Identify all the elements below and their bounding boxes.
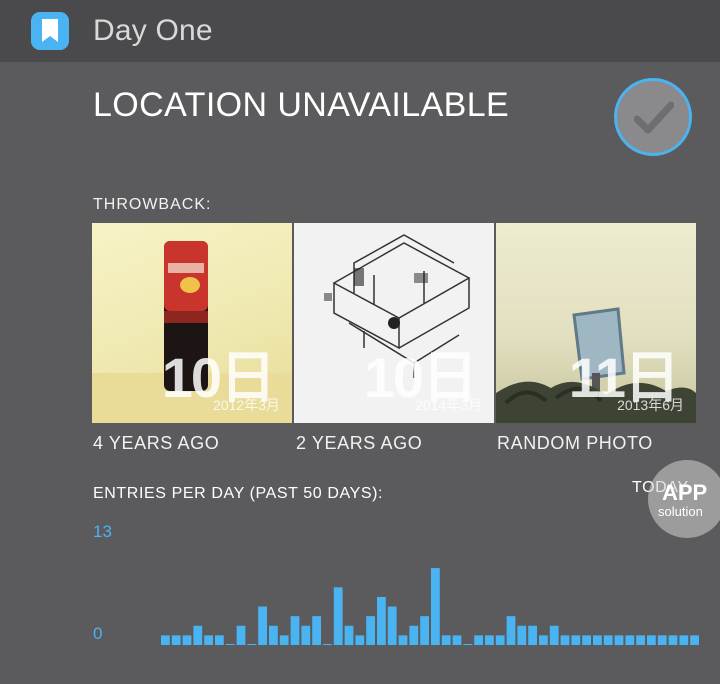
watermark-line1: APP [662, 480, 708, 505]
chart-bar [636, 635, 645, 645]
chart-bar [441, 635, 451, 645]
throwback-caption-1: 4 YEARS AGO [93, 433, 220, 453]
chart-bar [603, 635, 613, 645]
app-icon[interactable] [31, 12, 69, 50]
chart-bar [679, 635, 689, 645]
chart-bar [398, 635, 408, 645]
y-axis-max-label: 13 [93, 522, 112, 541]
chart-bar [452, 635, 462, 645]
chart-bar [215, 635, 224, 645]
chart-bar [225, 644, 235, 645]
widget-header: Day One [0, 0, 720, 62]
chart-bar [171, 635, 181, 645]
chart-bar [528, 625, 537, 645]
chart-bar [269, 625, 278, 645]
chart-bar [668, 635, 678, 645]
chart-bar [301, 625, 311, 645]
chart-bar [355, 635, 365, 645]
chart-bar [323, 644, 332, 645]
chart-bar [279, 635, 289, 645]
chart-bar [409, 625, 419, 645]
photo-month-overlay: 2013年6月 [617, 397, 684, 413]
chart-bar [344, 625, 354, 645]
chart-bar [657, 635, 667, 645]
chart-bar [204, 635, 213, 645]
chart-bar [560, 635, 570, 645]
throwback-photo-3[interactable]: 11日 2013年6月 [496, 223, 696, 423]
chart-bar [614, 635, 624, 645]
entries-chart-title: ENTRIES PER DAY (PAST 50 DAYS): [93, 485, 384, 502]
throwback-caption-2: 2 YEARS AGO [296, 433, 423, 453]
watermark-badge: APP solution [648, 460, 720, 538]
throwback-caption-3: RANDOM PHOTO [497, 433, 653, 453]
chart-bar [258, 606, 267, 645]
y-axis-min-label: 0 [93, 624, 103, 643]
chart-bar [236, 625, 246, 645]
checkmark-icon [634, 101, 674, 134]
chart-bar [420, 616, 429, 645]
bookmark-icon [42, 19, 58, 42]
watermark-line2: solution [658, 504, 703, 519]
throwback-label: THROWBACK: [93, 196, 212, 213]
photo-month-overlay: 2012年3月 [213, 397, 280, 413]
chart-bar [647, 635, 656, 645]
chart-bar [571, 635, 581, 645]
chart-bar [517, 625, 527, 645]
chart-bar [161, 635, 170, 645]
chart-bar [387, 606, 397, 645]
chart-bar [582, 635, 591, 645]
throwback-photo-1[interactable]: 10日 2012年3月 [92, 223, 292, 423]
location-status: LOCATION UNAVAILABLE [93, 86, 510, 124]
chart-bar [182, 635, 192, 645]
chart-bar [539, 635, 548, 645]
chart-bar [549, 625, 559, 645]
chart-bar [485, 635, 494, 645]
chart-bar [495, 635, 505, 645]
chart-bar [431, 568, 440, 645]
chart-bar [193, 625, 203, 645]
chart-bar [312, 616, 321, 645]
chart-bar [690, 635, 699, 645]
chart-bar [474, 635, 483, 645]
chart-bar [506, 616, 516, 645]
chart-bar [333, 587, 343, 645]
chart-bar [463, 644, 473, 645]
chart-bar [377, 596, 386, 645]
chart-bar [247, 644, 257, 645]
chart-bar [593, 635, 602, 645]
chart-bar [625, 635, 635, 645]
chart-bar [366, 616, 375, 645]
entries-per-day-chart [161, 568, 699, 645]
chart-bar [290, 616, 300, 645]
check-button[interactable] [614, 78, 692, 156]
app-name: Day One [93, 14, 213, 47]
photo-month-overlay: 2014年3月 [415, 397, 482, 413]
throwback-photo-2[interactable]: 10日 2014年3月 [294, 223, 494, 423]
